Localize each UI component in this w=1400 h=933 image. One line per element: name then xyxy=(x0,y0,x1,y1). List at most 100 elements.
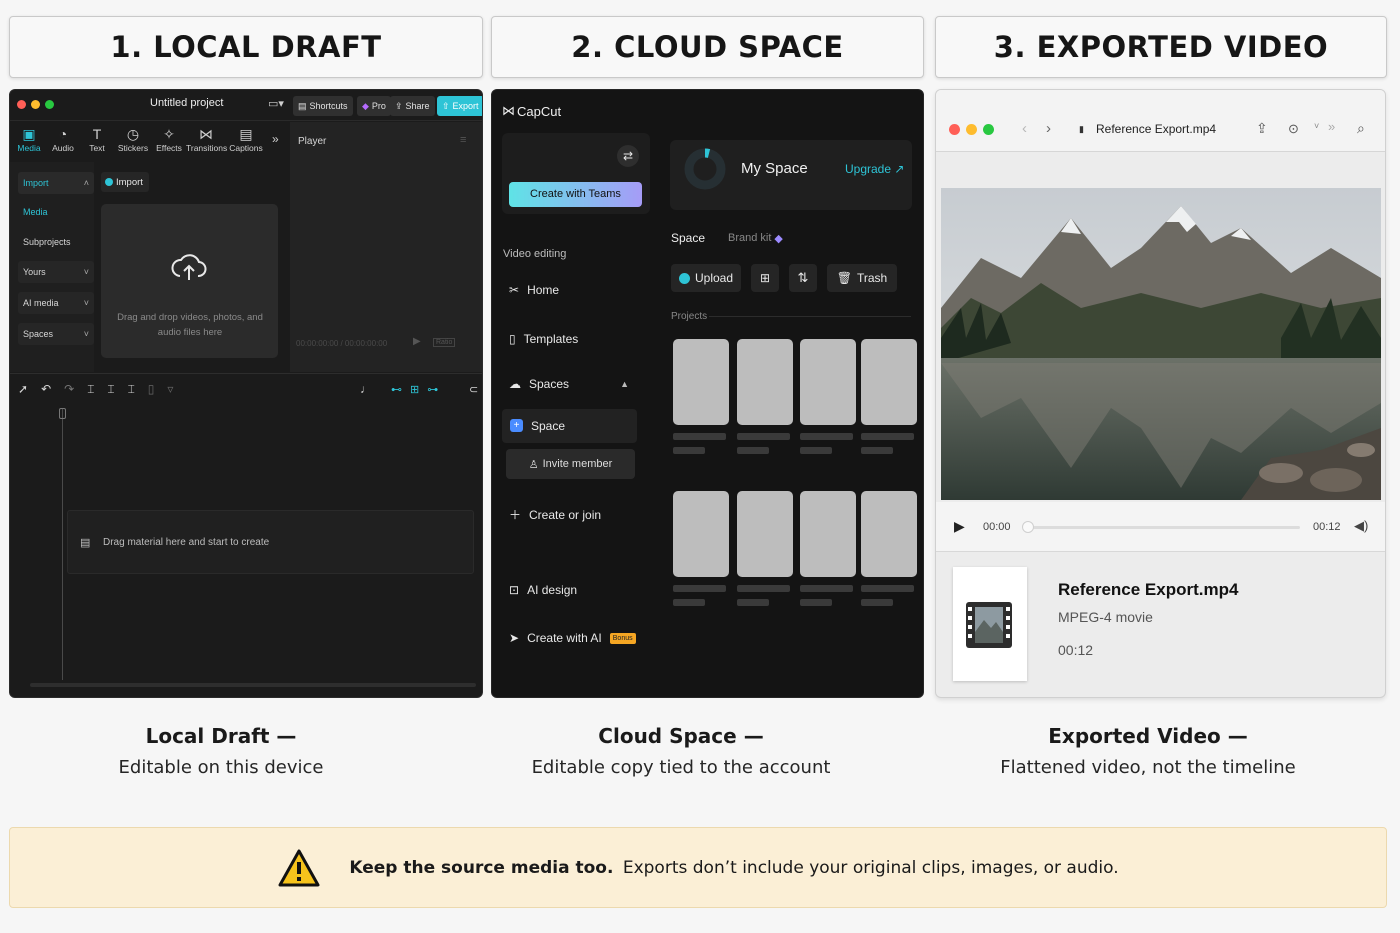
link-icon[interactable]: ⊷ xyxy=(391,384,410,396)
forward-icon[interactable]: › xyxy=(1046,120,1051,137)
close-window-icon[interactable] xyxy=(17,100,26,109)
tab-brand-kit[interactable]: Brand kit ◆ xyxy=(728,232,783,245)
zoom-icon[interactable]: ⊂ xyxy=(469,383,478,396)
maximize-window-icon[interactable] xyxy=(45,100,54,109)
nav-templates[interactable]: ▯ Templates xyxy=(509,332,578,346)
tool-audio[interactable]: ◔ Audio xyxy=(46,126,80,153)
sidebar-item-yours[interactable]: Yours ˅ xyxy=(18,261,94,283)
split-right-icon[interactable]: ⌶ xyxy=(128,382,148,396)
space-plus-icon: + xyxy=(510,419,523,432)
playback-controls: ▶ 00:00 00:12 ◀) xyxy=(936,502,1385,552)
project-card-placeholder[interactable] xyxy=(800,339,856,425)
layout-icon[interactable]: ▭▾ xyxy=(268,97,284,110)
caption-subtitle: Editable on this device xyxy=(118,757,324,778)
share-icon[interactable]: ⇪ xyxy=(1256,120,1268,137)
timeline-toggles[interactable]: ⊷⊞⊶ xyxy=(391,383,446,396)
end-time: 00:12 xyxy=(1313,521,1341,533)
effects-icon: ✧ xyxy=(163,126,175,142)
minimize-window-icon[interactable] xyxy=(31,100,40,109)
play-icon[interactable]: ▶ xyxy=(954,518,965,535)
import-button[interactable]: Import xyxy=(101,172,149,192)
tool-stickers[interactable]: ◷ Stickers xyxy=(114,126,152,153)
sidebar-item-spaces[interactable]: Spaces ˅ xyxy=(18,323,94,345)
nav-home[interactable]: ✂ Home xyxy=(509,283,559,297)
upgrade-link[interactable]: Upgrade ↗ xyxy=(845,162,904,176)
banner-text: Exports don’t include your original clip… xyxy=(622,857,1119,878)
sidebar-item-media[interactable]: Media xyxy=(18,201,94,223)
close-window-icon[interactable] xyxy=(949,124,960,135)
file-thumbnail[interactable] xyxy=(953,567,1027,681)
tool-text[interactable]: T Text xyxy=(80,126,114,153)
menu-icon[interactable]: ≡ xyxy=(460,134,466,146)
nav-ai-design[interactable]: ⊡ AI design xyxy=(509,583,577,597)
film-icon: ▤ xyxy=(80,537,91,549)
nav-space[interactable]: + Space xyxy=(502,409,637,443)
back-icon[interactable]: ‹ xyxy=(1022,120,1027,137)
tool-effects[interactable]: ✧ Effects xyxy=(152,126,186,153)
sort-button[interactable]: ⇅ xyxy=(789,264,817,292)
export-button[interactable]: ⇧ Export xyxy=(437,96,482,116)
nav-create-or-join[interactable]: ＋ Create or join xyxy=(509,506,601,523)
play-icon[interactable]: ▶ xyxy=(413,336,421,347)
drop-zone[interactable]: Drag and drop videos, photos, and audio … xyxy=(101,204,278,358)
project-card-placeholder[interactable] xyxy=(861,491,917,577)
create-with-teams-button[interactable]: Create with Teams xyxy=(509,182,642,207)
pointer-icon[interactable]: ➚ xyxy=(18,382,41,396)
shield-icon[interactable]: ▿ xyxy=(167,382,186,396)
split-icon[interactable]: ⌶ xyxy=(87,382,107,396)
shortcuts-button[interactable]: ▤ Shortcuts xyxy=(293,96,353,116)
project-card-placeholder[interactable] xyxy=(673,491,729,577)
nav-spaces[interactable]: ☁ Spaces ▲ xyxy=(509,377,629,391)
sidebar-item-ai-media[interactable]: AI media ˅ xyxy=(18,292,94,314)
tool-captions[interactable]: ▤ Captions xyxy=(228,126,264,153)
overflow-icon[interactable]: » xyxy=(1328,119,1335,134)
search-icon[interactable]: ⌕ xyxy=(1357,120,1365,137)
project-text-placeholder xyxy=(861,585,914,592)
delete-icon[interactable]: ▯ xyxy=(148,382,168,396)
tool-transitions[interactable]: ⋈ Transitions xyxy=(186,126,227,153)
playhead[interactable] xyxy=(62,408,63,680)
snap-icon[interactable]: ⊞ xyxy=(410,384,427,396)
undo-icon[interactable]: ↶ xyxy=(41,382,64,396)
new-folder-button[interactable]: ⊞ xyxy=(751,264,779,292)
pro-button[interactable]: ◆ Pro xyxy=(357,96,391,116)
tab-space[interactable]: Space xyxy=(671,231,705,245)
preview-axis-icon[interactable]: ⊶ xyxy=(427,384,446,396)
project-card-placeholder[interactable] xyxy=(800,491,856,577)
microphone-icon[interactable]: ♩ xyxy=(360,382,372,396)
sidebar-item-import[interactable]: Import ˄ xyxy=(18,172,94,194)
more-tools-icon[interactable]: » xyxy=(272,132,279,146)
timeline-scrollbar[interactable] xyxy=(30,683,476,687)
folder-plus-icon: ⊞ xyxy=(759,271,771,285)
ratio-button[interactable]: Ratio xyxy=(433,338,456,347)
upload-button[interactable]: Upload xyxy=(671,264,741,292)
timeline-drop-track[interactable]: ▤ Drag material here and start to create xyxy=(67,510,474,574)
invite-member-button[interactable]: ♙ Invite member xyxy=(506,449,635,479)
sidebar-item-subprojects[interactable]: Subprojects xyxy=(18,231,94,253)
volume-icon[interactable]: ◀) xyxy=(1354,518,1368,534)
split-left-icon[interactable]: ⌶ xyxy=(107,382,127,396)
caption-subtitle: Editable copy tied to the account xyxy=(531,757,831,778)
export-label: Export xyxy=(452,101,479,111)
maximize-window-icon[interactable] xyxy=(983,124,994,135)
scrubber-track[interactable] xyxy=(1024,526,1300,529)
nav-create-with-ai[interactable]: ➤ Create with AI Bonus xyxy=(509,631,636,645)
project-card-placeholder[interactable] xyxy=(737,491,793,577)
nav-home-label: Home xyxy=(527,283,560,297)
project-card-placeholder[interactable] xyxy=(861,339,917,425)
tool-media[interactable]: ▣ Media xyxy=(12,126,46,153)
trash-button[interactable]: 🗑 Trash xyxy=(827,264,897,292)
minimize-window-icon[interactable] xyxy=(966,124,977,135)
plus-icon: ＋ xyxy=(509,508,522,522)
share-button[interactable]: ⇪ Share xyxy=(390,96,435,116)
redo-icon[interactable]: ↷ xyxy=(64,382,87,396)
upload-label: Upload xyxy=(694,271,734,285)
chevron-down-icon[interactable]: ˅ xyxy=(1314,121,1319,131)
playhead-handle[interactable] xyxy=(59,408,66,419)
switch-icon[interactable]: ⇄ xyxy=(617,145,639,167)
scrubber-knob[interactable] xyxy=(1022,521,1034,533)
timeline-tools[interactable]: ➚↶↷⌶⌶⌶▯▿ xyxy=(18,382,186,397)
project-card-placeholder[interactable] xyxy=(737,339,793,425)
project-card-placeholder[interactable] xyxy=(673,339,729,425)
more-icon[interactable]: ⊙ xyxy=(1288,121,1299,137)
